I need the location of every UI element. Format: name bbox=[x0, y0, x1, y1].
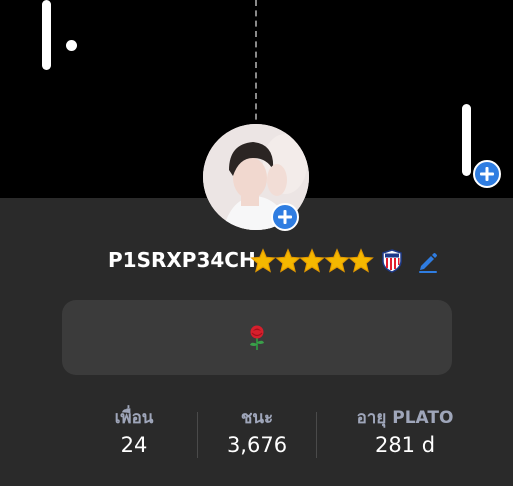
bio-card[interactable] bbox=[62, 300, 452, 375]
edit-avatar-button[interactable] bbox=[271, 203, 299, 231]
star-icon bbox=[348, 248, 374, 273]
plus-icon bbox=[480, 167, 494, 181]
profile-stats: เพื่อน 24 ชนะ 3,676 อายุ PLATO 281 d bbox=[60, 404, 480, 464]
pong-ball bbox=[66, 40, 77, 51]
pong-center-line bbox=[255, 0, 257, 130]
profile-name-row: P1SRXP34CH bbox=[0, 246, 513, 278]
stat-plato-age[interactable]: อายุ PLATO 281 d bbox=[335, 404, 475, 457]
pong-left-paddle bbox=[42, 0, 51, 70]
stat-friends[interactable]: เพื่อน 24 bbox=[64, 404, 204, 457]
stat-value: 3,676 bbox=[226, 433, 288, 457]
edit-cover-button[interactable] bbox=[473, 160, 501, 188]
star-icon bbox=[323, 248, 350, 273]
stat-label: ชนะ bbox=[240, 408, 274, 428]
pong-right-paddle bbox=[462, 104, 471, 176]
star-rating bbox=[250, 248, 374, 274]
rose-icon bbox=[250, 325, 264, 350]
star-icon bbox=[299, 248, 325, 273]
stat-value: 281 d bbox=[374, 433, 436, 457]
edit-pencil-icon[interactable] bbox=[417, 251, 439, 273]
stat-label: อายุ PLATO bbox=[356, 408, 454, 428]
username: P1SRXP34CH bbox=[108, 248, 256, 272]
star-icon bbox=[274, 248, 301, 273]
plus-icon bbox=[278, 210, 292, 224]
avatar-container bbox=[203, 124, 309, 231]
stat-label: เพื่อน bbox=[114, 408, 154, 428]
star-icon bbox=[250, 248, 276, 273]
stat-divider bbox=[316, 412, 317, 458]
shield-badge-icon bbox=[382, 249, 402, 273]
stat-wins[interactable]: ชนะ 3,676 bbox=[187, 404, 327, 457]
stat-value: 24 bbox=[120, 433, 148, 457]
